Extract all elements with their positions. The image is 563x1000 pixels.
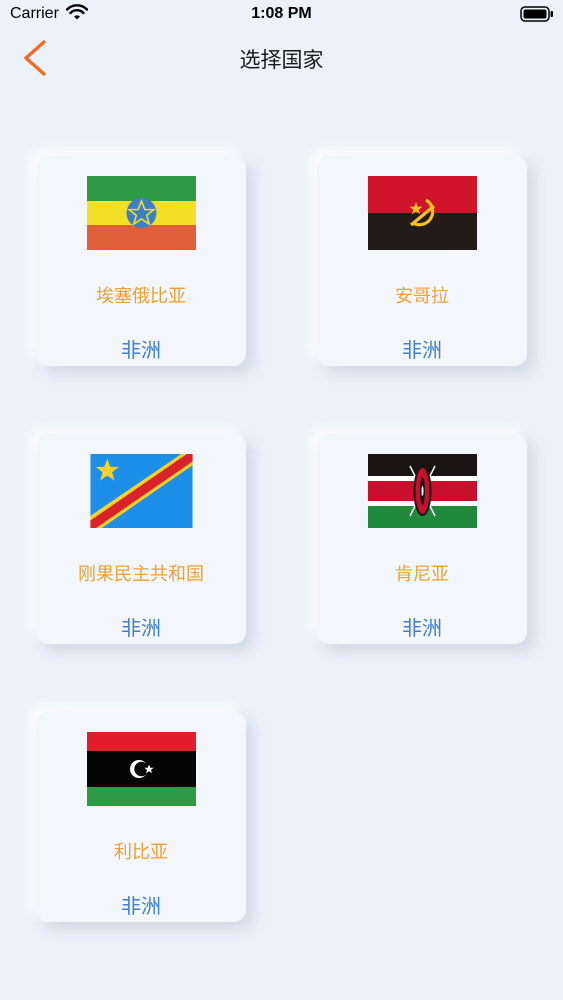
ethiopia-flag-icon bbox=[87, 176, 196, 250]
status-time: 1:08 PM bbox=[251, 5, 312, 22]
country-name: 刚果民主共和国 bbox=[78, 564, 204, 585]
angola-flag-icon bbox=[368, 176, 477, 250]
country-name: 安哥拉 bbox=[395, 286, 449, 307]
country-card-angola[interactable]: 安哥拉 非洲 bbox=[317, 156, 527, 366]
libya-flag-icon bbox=[87, 732, 196, 806]
country-name: 埃塞俄比亚 bbox=[96, 286, 186, 307]
country-card-libya[interactable]: 利比亚 非洲 bbox=[36, 712, 246, 922]
continent-label: 非洲 bbox=[402, 616, 442, 640]
continent-label: 非洲 bbox=[402, 338, 442, 362]
continent-label: 非洲 bbox=[121, 894, 161, 918]
country-card-ethiopia[interactable]: 埃塞俄比亚 非洲 bbox=[36, 156, 246, 366]
dr-congo-flag-icon bbox=[90, 454, 193, 528]
continent-label: 非洲 bbox=[121, 338, 161, 362]
page-title: 选择国家 bbox=[239, 48, 324, 72]
continent-label: 非洲 bbox=[121, 616, 161, 640]
status-bar: Carrier 1:08 PM bbox=[0, 0, 563, 30]
nav-bar: 选择国家 bbox=[0, 30, 563, 86]
country-card-dr-congo[interactable]: 刚果民主共和国 非洲 bbox=[36, 434, 246, 644]
country-card-kenya[interactable]: 肯尼亚 非洲 bbox=[317, 434, 527, 644]
kenya-flag-icon bbox=[368, 454, 477, 528]
country-name: 利比亚 bbox=[114, 842, 168, 863]
country-name: 肯尼亚 bbox=[395, 564, 449, 585]
battery-icon bbox=[520, 6, 553, 22]
